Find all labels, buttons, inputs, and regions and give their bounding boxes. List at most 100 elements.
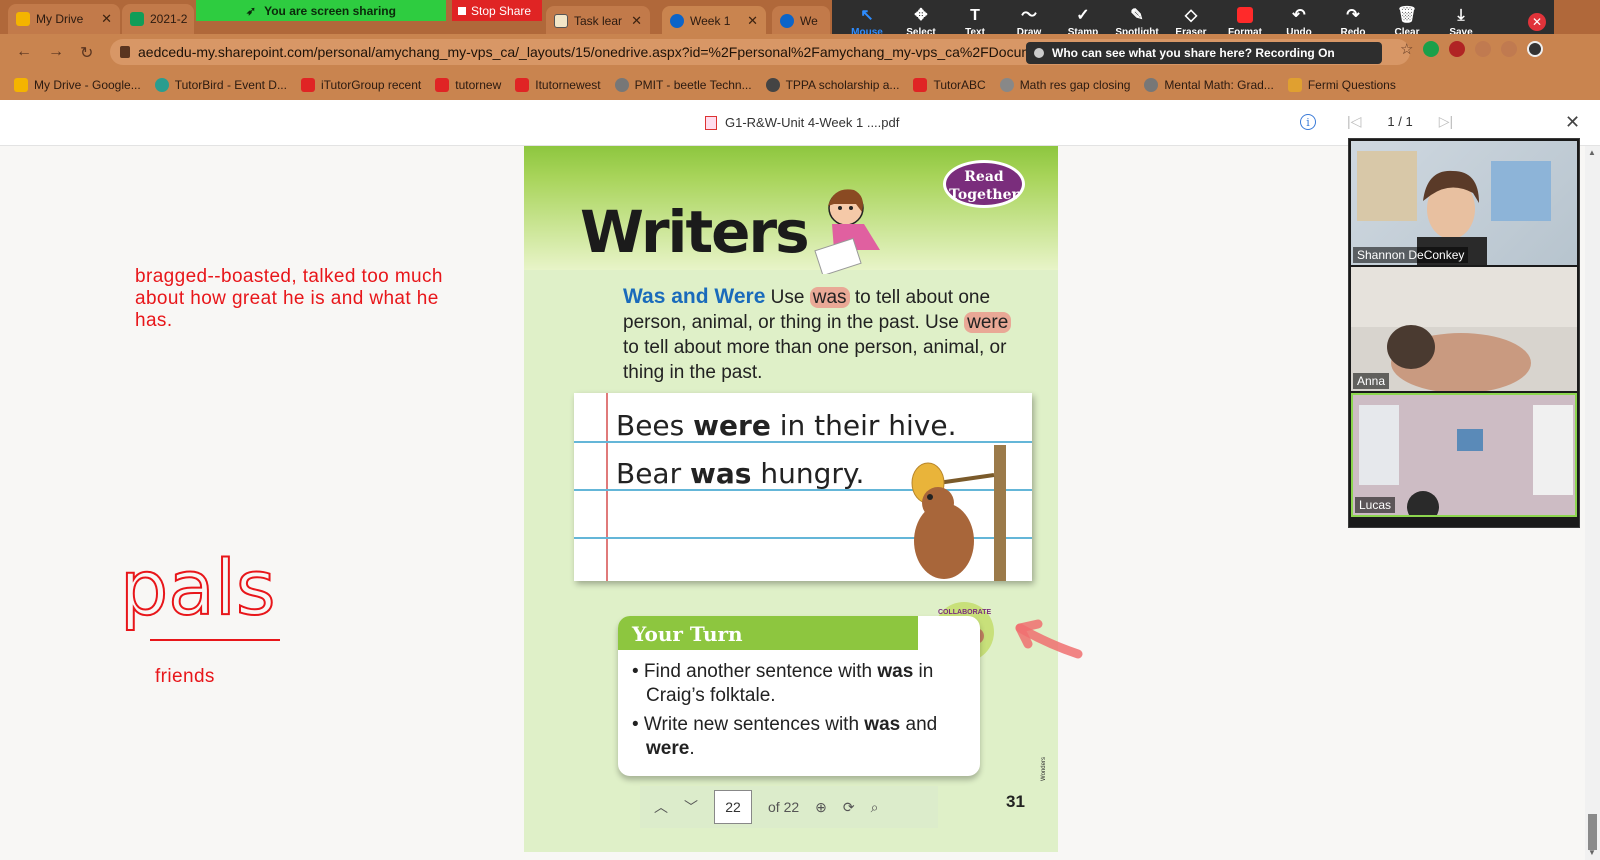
previous-page-icon[interactable]: ︿ (654, 797, 668, 817)
forward-icon[interactable]: → (48, 43, 64, 61)
bookmark-item[interactable]: iTutorGroup recent (300, 78, 421, 92)
bookmark-item[interactable]: tutornew (435, 78, 501, 92)
google-drive-icon (16, 12, 30, 26)
close-tab-icon[interactable]: ✕ (631, 13, 642, 29)
spotlight-icon: ✎ (1130, 6, 1144, 24)
bookmark-item[interactable]: TutorBird - Event D... (154, 78, 287, 92)
page-navigation: |◁ 1 / 1 ▷| (1347, 113, 1453, 130)
google-drive-icon (14, 78, 28, 92)
margin-line (606, 393, 608, 581)
vertical-scrollbar[interactable]: ▲ ▼ (1585, 146, 1600, 860)
profile-avatar[interactable] (1527, 41, 1544, 57)
list-item: • Write new sentences with was and were. (632, 714, 938, 759)
highlight-was: was (809, 287, 850, 308)
itutor-icon (913, 78, 928, 92)
google-sheets-icon (130, 12, 144, 26)
back-icon[interactable]: ← (16, 43, 32, 61)
video-tile[interactable]: Lucas (1351, 393, 1577, 517)
video-gallery: Shannon DeConkey Anna Lucas (1348, 138, 1580, 528)
share-icon: ➶ (246, 3, 257, 18)
owl-icon (765, 78, 780, 92)
tab-task[interactable]: Task lear ✕ (546, 6, 650, 36)
tab-we[interactable]: We (772, 6, 830, 36)
fermi-icon (1287, 78, 1302, 92)
close-tab-icon[interactable]: ✕ (747, 13, 758, 29)
screen-sharing-indicator[interactable]: ➶ You are screen sharing (196, 0, 446, 21)
participant-name: Shannon DeConkey (1353, 247, 1469, 263)
undo-icon: ↶ (1292, 6, 1306, 24)
video-tile[interactable]: Shannon DeConkey (1351, 141, 1577, 265)
tutorbird-icon (154, 78, 169, 92)
page-number-input[interactable]: 22 (714, 790, 752, 824)
tab-sheets[interactable]: 2021-2 (122, 4, 194, 34)
tab-label: Week 1 (690, 14, 731, 28)
checkmark-icon: ✓ (1076, 6, 1090, 24)
bookmark-item[interactable]: My Drive - Google... (14, 78, 141, 92)
annotation-note: bragged--boasted, talked too much about … (135, 266, 443, 331)
example-sentence-2: Bear was hungry. (616, 457, 865, 490)
bookmark-item[interactable]: Mental Math: Grad... (1144, 78, 1274, 92)
scroll-up-icon[interactable]: ▲ (1588, 148, 1596, 157)
cursor-icon: ↖ (860, 6, 874, 24)
extension-icon[interactable] (1423, 41, 1440, 57)
extension-icons: ☆ (1400, 40, 1544, 58)
tab-week-1[interactable]: Week 1 ✕ (662, 6, 766, 36)
globe-icon (614, 78, 629, 92)
recording-banner[interactable]: Who can see what you share here? Recordi… (1026, 42, 1382, 64)
stop-share-button[interactable]: Stop Share (452, 0, 542, 21)
your-turn-list: • Find another sentence with was in Crai… (632, 660, 972, 766)
lock-icon (120, 46, 130, 58)
bookmark-star-icon[interactable]: ☆ (1400, 40, 1413, 58)
pdf-page-toolbar: ︿ ﹀ 22 of 22 ⊕ ⟳ ⌕ (640, 786, 938, 828)
bookmark-item[interactable]: PMIT - beetle Techn... (614, 78, 752, 92)
tab-my-drive[interactable]: My Drive ✕ (8, 4, 120, 34)
bookmarks-bar: My Drive - Google... TutorBird - Event D… (0, 70, 1600, 100)
itutor-icon (515, 78, 530, 92)
bookmark-item[interactable]: TutorABC (913, 78, 986, 92)
handwritten-word: pals (119, 542, 280, 641)
redo-icon: ↷ (1346, 6, 1360, 24)
document-icon (554, 14, 568, 28)
highlight-were: were (964, 312, 1012, 333)
reload-icon[interactable]: ↻ (80, 43, 93, 63)
tab-label: Task lear (574, 14, 623, 28)
close-icon: ✕ (1528, 13, 1546, 31)
last-page-icon[interactable]: ▷| (1439, 113, 1453, 130)
bookmark-item[interactable]: Itutornewest (515, 78, 601, 92)
download-icon: ⤓ (1457, 6, 1465, 24)
your-turn-heading: Your Turn (618, 616, 918, 650)
eraser-icon: ◇ (1184, 6, 1198, 24)
person-icon (1034, 48, 1044, 58)
tab-label: 2021-2 (150, 12, 188, 26)
extension-icon[interactable] (1475, 41, 1492, 57)
extension-icon[interactable] (1501, 41, 1518, 57)
itutor-icon (300, 78, 315, 92)
pdf-file-icon (705, 115, 717, 130)
read-together-badge: Read Together (943, 160, 1025, 208)
extension-icon[interactable] (1449, 41, 1466, 57)
svg-text:COLLABORATE: COLLABORATE (938, 609, 991, 616)
itutor-icon (435, 78, 450, 92)
globe-icon (1144, 78, 1159, 92)
example-sentence-1: Bees were in their hive. (616, 409, 957, 442)
close-viewer-icon[interactable]: ✕ (1565, 112, 1580, 133)
video-tile[interactable]: Anna (1351, 267, 1577, 391)
next-page-icon[interactable]: ﹀ (684, 797, 698, 817)
scroll-down-icon[interactable]: ▼ (1588, 848, 1596, 857)
your-turn-box: Your Turn • Find another sentence with w… (618, 616, 980, 776)
search-icon[interactable]: ⌕ (871, 799, 879, 816)
rotate-icon[interactable]: ⟳ (843, 799, 855, 816)
trash-icon: 🗑 (1396, 6, 1418, 24)
bookmark-item[interactable]: TPPA scholarship a... (765, 78, 899, 92)
globe-icon (999, 78, 1014, 92)
girl-writing-illustration (814, 189, 880, 274)
draw-icon: 〜 (1020, 6, 1037, 24)
scroll-thumb[interactable] (1588, 814, 1597, 850)
first-page-icon[interactable]: |◁ (1347, 113, 1361, 130)
close-tab-icon[interactable]: ✕ (101, 11, 112, 27)
zoom-in-icon[interactable]: ⊕ (815, 799, 827, 816)
color-swatch-icon (1237, 6, 1253, 23)
info-icon[interactable]: i (1300, 114, 1316, 130)
bookmark-item[interactable]: Fermi Questions (1287, 78, 1396, 92)
bookmark-item[interactable]: Math res gap closing (999, 78, 1130, 92)
